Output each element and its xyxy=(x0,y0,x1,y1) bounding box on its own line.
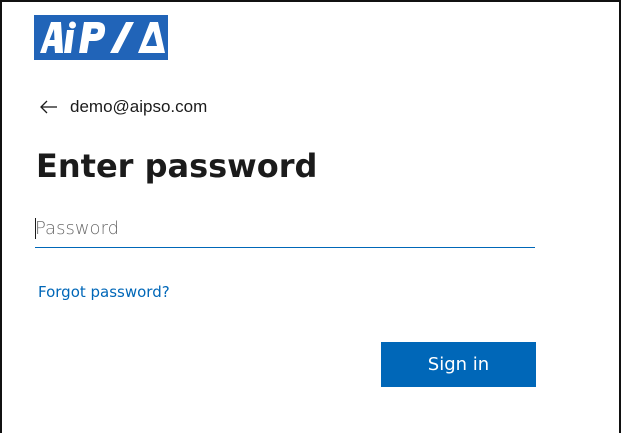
sign-in-button[interactable]: Sign in xyxy=(381,342,536,387)
text-caret xyxy=(35,218,36,239)
aipso-logo-mark xyxy=(40,21,165,53)
page-title: Enter password xyxy=(36,147,318,185)
back-to-email[interactable]: demo@aipso.com xyxy=(40,95,207,119)
sign-in-panel: demo@aipso.com Enter password Forgot pas… xyxy=(0,0,621,433)
password-input[interactable] xyxy=(35,212,535,248)
arrow-left-icon[interactable] xyxy=(40,100,58,114)
aipso-logo xyxy=(34,15,168,60)
forgot-password-link[interactable]: Forgot password? xyxy=(38,283,170,301)
account-email: demo@aipso.com xyxy=(70,97,208,116)
